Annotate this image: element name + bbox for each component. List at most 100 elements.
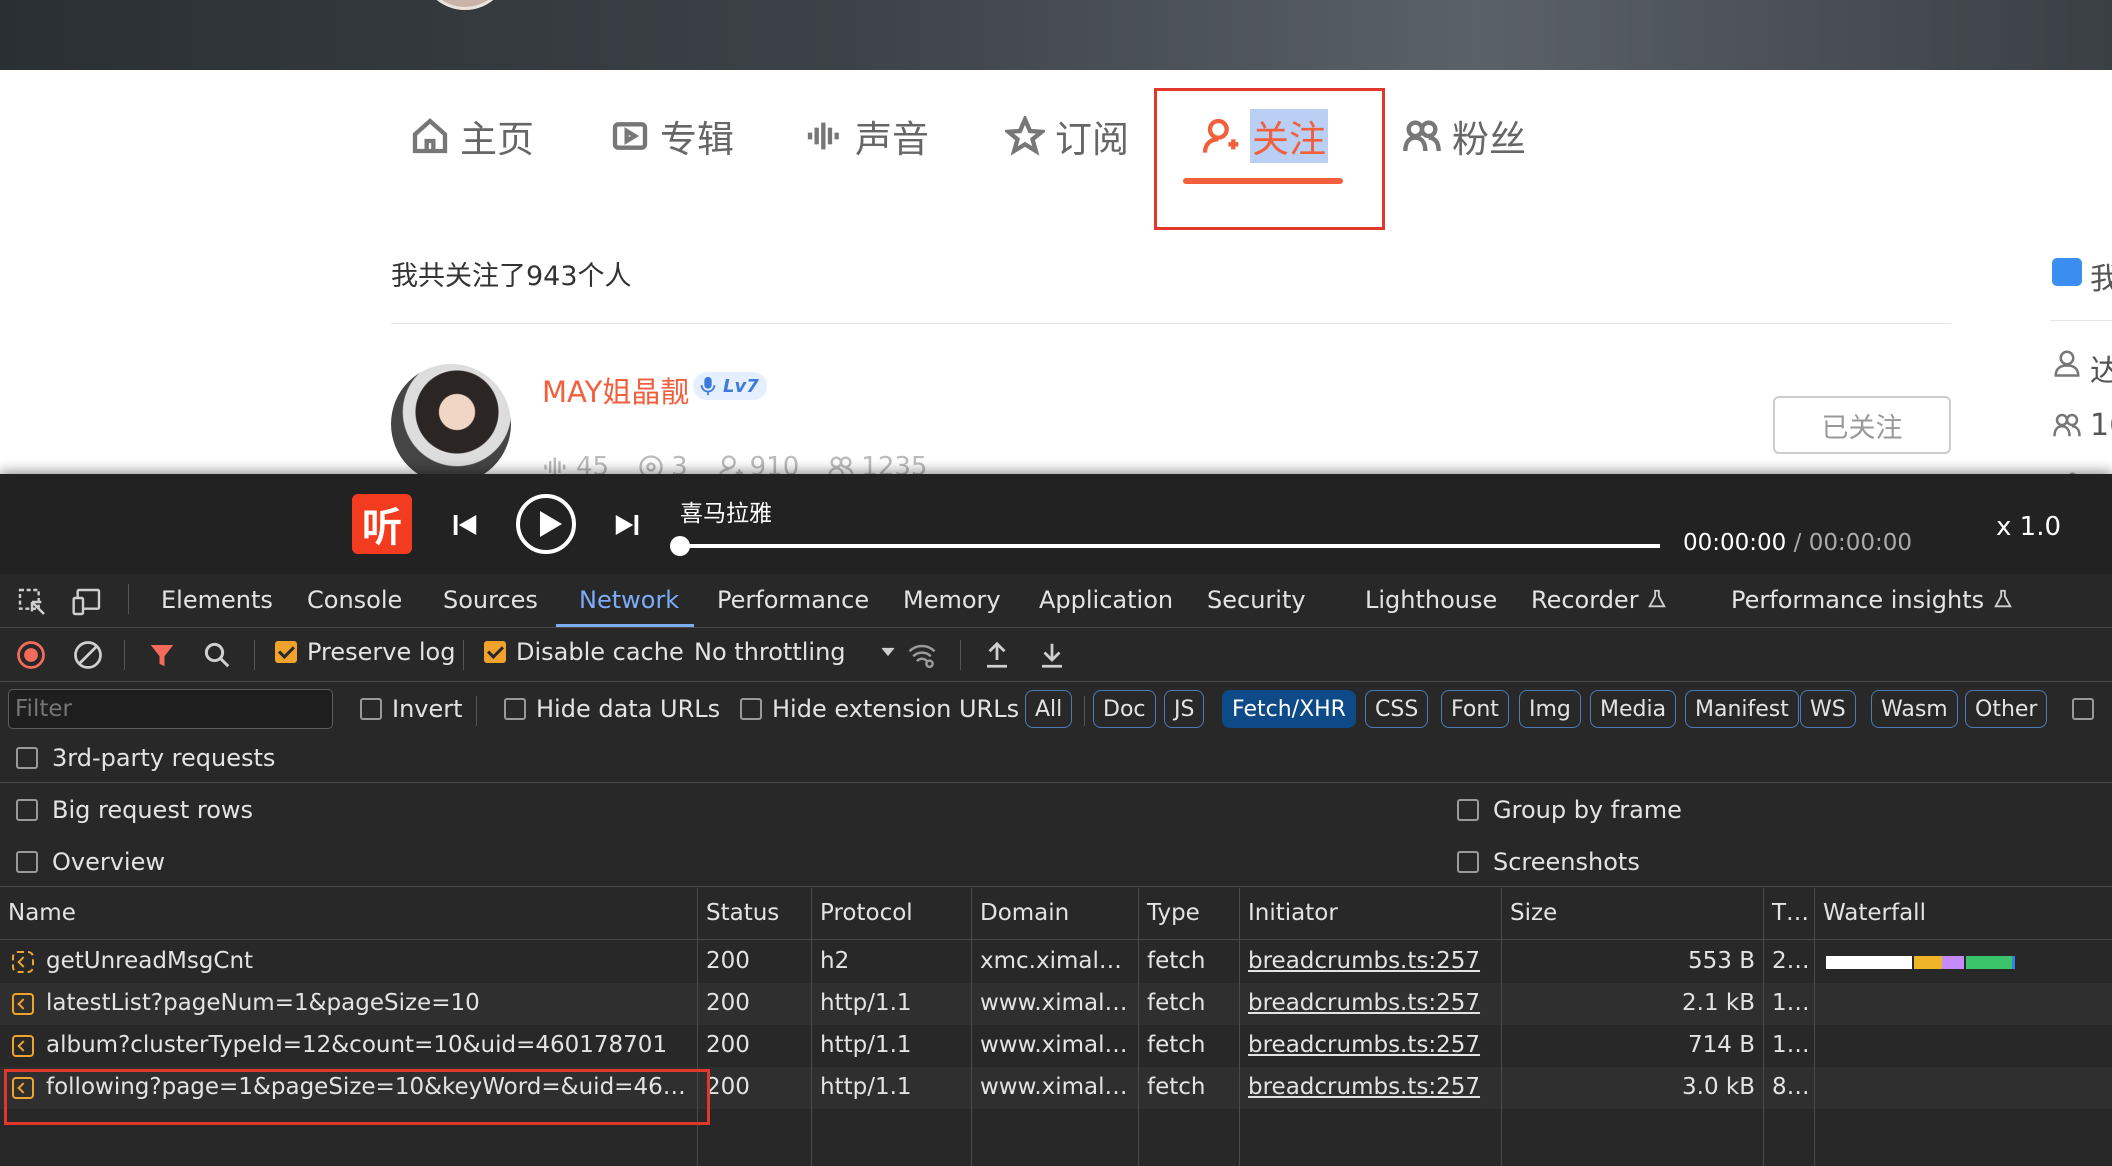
- filter-type-img[interactable]: Img: [1519, 690, 1581, 728]
- cell-time: 1…: [1772, 990, 1810, 1016]
- screenshots-checkbox[interactable]: Screenshots: [1457, 848, 1640, 876]
- record-stop-icon[interactable]: [16, 640, 46, 670]
- column-type[interactable]: Type: [1147, 900, 1200, 926]
- toolbar-separator: [128, 584, 129, 614]
- filter-input[interactable]: [8, 689, 333, 729]
- disable-cache-checkbox[interactable]: Disable cache: [484, 638, 684, 666]
- tab-album[interactable]: 专辑: [610, 108, 734, 164]
- cell-initiator[interactable]: breadcrumbs.ts:257: [1248, 948, 1493, 974]
- cell-size: 714 B: [1688, 1032, 1755, 1058]
- table-row[interactable]: latestList?pageNum=1&pageSize=10 200 http/…: [0, 983, 2112, 1025]
- checkbox[interactable]: [16, 851, 38, 873]
- group-by-frame-checkbox[interactable]: Group by frame: [1457, 796, 1682, 824]
- previous-track-icon[interactable]: [450, 510, 480, 540]
- filter-type-media[interactable]: Media: [1590, 690, 1677, 728]
- invert-checkbox[interactable]: Invert: [360, 695, 463, 723]
- tab-fans[interactable]: 粉丝: [1402, 108, 1526, 164]
- checkbox-checked[interactable]: [484, 641, 506, 663]
- device-toolbar-icon[interactable]: [70, 586, 104, 618]
- third-party-checkbox[interactable]: 3rd-party requests: [16, 744, 275, 772]
- play-button[interactable]: [516, 494, 576, 554]
- tab-lighthouse[interactable]: Lighthouse: [1365, 586, 1497, 614]
- cell-initiator[interactable]: breadcrumbs.ts:257: [1248, 990, 1493, 1016]
- tab-performance-insights[interactable]: Performance insights: [1731, 586, 2014, 614]
- tab-application[interactable]: Application: [1039, 586, 1173, 614]
- filter-type-ws[interactable]: WS: [1800, 690, 1856, 728]
- cell-status: 200: [706, 990, 750, 1016]
- big-request-rows-checkbox[interactable]: Big request rows: [16, 796, 253, 824]
- checkbox[interactable]: [16, 747, 38, 769]
- table-row[interactable]: album?clusterTypeId=12&count=10&uid=4601…: [0, 1025, 2112, 1067]
- tab-recorder-label: Recorder: [1531, 586, 1639, 614]
- filter-type-all[interactable]: All: [1025, 690, 1073, 728]
- throttling-select[interactable]: No throttling: [694, 638, 898, 666]
- tab-console[interactable]: Console: [307, 586, 402, 614]
- column-time[interactable]: T…: [1772, 900, 1809, 926]
- checkbox[interactable]: [1457, 799, 1479, 821]
- column-status[interactable]: Status: [706, 900, 779, 926]
- download-icon[interactable]: [1037, 640, 1067, 670]
- cell-initiator[interactable]: breadcrumbs.ts:257: [1248, 1032, 1493, 1058]
- followed-button[interactable]: 已关注: [1773, 396, 1951, 454]
- checkbox-checked[interactable]: [275, 641, 297, 663]
- filter-icon[interactable]: [147, 640, 177, 670]
- column-waterfall[interactable]: Waterfall: [1823, 900, 1926, 926]
- column-size[interactable]: Size: [1510, 900, 1557, 926]
- network-conditions-icon[interactable]: [906, 640, 938, 670]
- cell-name: getUnreadMsgCnt: [46, 948, 254, 974]
- preserve-log-checkbox[interactable]: Preserve log: [275, 638, 455, 666]
- checkbox[interactable]: [16, 799, 38, 821]
- cell-domain: xmc.ximala…: [980, 948, 1130, 974]
- tab-elements[interactable]: Elements: [161, 586, 273, 614]
- star-icon: [1005, 116, 1045, 156]
- tab-network[interactable]: Network: [579, 586, 679, 614]
- clear-icon[interactable]: [73, 640, 103, 670]
- tab-subscribe[interactable]: 订阅: [1005, 108, 1129, 164]
- filter-type-font[interactable]: Font: [1441, 690, 1509, 728]
- user-name-link[interactable]: MAY姐晶靓: [542, 369, 689, 411]
- next-track-icon[interactable]: [612, 510, 642, 540]
- tab-performance[interactable]: Performance: [717, 586, 869, 614]
- checkbox[interactable]: [740, 698, 762, 720]
- hide-data-urls-checkbox[interactable]: Hide data URLs: [504, 695, 720, 723]
- filter-type-manifest[interactable]: Manifest: [1685, 690, 1799, 728]
- column-protocol[interactable]: Protocol: [820, 900, 913, 926]
- column-divider: [811, 888, 812, 1166]
- playback-speed[interactable]: x 1.0: [1996, 512, 2061, 542]
- column-name[interactable]: Name: [8, 900, 76, 926]
- filter-type-fetch-xhr[interactable]: Fetch/XHR: [1222, 690, 1356, 728]
- checkbox[interactable]: [1457, 851, 1479, 873]
- waterfall-bar: [2012, 956, 2015, 969]
- filter-type-css[interactable]: CSS: [1365, 690, 1429, 728]
- time-current: 00:00:00: [1683, 530, 1787, 556]
- checkbox[interactable]: [360, 698, 382, 720]
- tab-album-label: 专辑: [660, 118, 734, 161]
- filter-type-wasm[interactable]: Wasm: [1871, 690, 1958, 728]
- level-badge: Lv7: [693, 372, 767, 400]
- progress-handle[interactable]: [670, 536, 690, 556]
- upload-icon[interactable]: [982, 640, 1012, 670]
- divider: [0, 886, 2112, 887]
- avatar[interactable]: [391, 364, 511, 484]
- tab-home[interactable]: 主页: [410, 108, 534, 164]
- checkbox[interactable]: [504, 698, 526, 720]
- tab-memory[interactable]: Memory: [903, 586, 1001, 614]
- progress-track[interactable]: [680, 544, 1660, 548]
- tab-sound[interactable]: 声音: [805, 108, 929, 164]
- cell-initiator[interactable]: breadcrumbs.ts:257: [1248, 1074, 1493, 1100]
- filter-type-js[interactable]: JS: [1164, 690, 1205, 728]
- tab-sources[interactable]: Sources: [443, 586, 538, 614]
- search-icon[interactable]: [202, 640, 232, 670]
- tab-recorder[interactable]: Recorder: [1531, 586, 1668, 614]
- tab-security[interactable]: Security: [1207, 586, 1306, 614]
- checkbox[interactable]: [2072, 698, 2094, 720]
- table-row[interactable]: getUnreadMsgCnt 200 h2 xmc.ximala… fetch brea…: [0, 941, 2112, 983]
- column-domain[interactable]: Domain: [980, 900, 1069, 926]
- filter-type-doc[interactable]: Doc: [1093, 690, 1156, 728]
- filter-type-other[interactable]: Other: [1965, 690, 2048, 728]
- hide-data-urls-label: Hide data URLs: [536, 695, 721, 723]
- hide-extension-urls-checkbox[interactable]: Hide extension URLs: [740, 695, 1019, 723]
- inspect-element-icon[interactable]: [16, 586, 48, 618]
- column-initiator[interactable]: Initiator: [1248, 900, 1338, 926]
- overview-checkbox[interactable]: Overview: [16, 848, 165, 876]
